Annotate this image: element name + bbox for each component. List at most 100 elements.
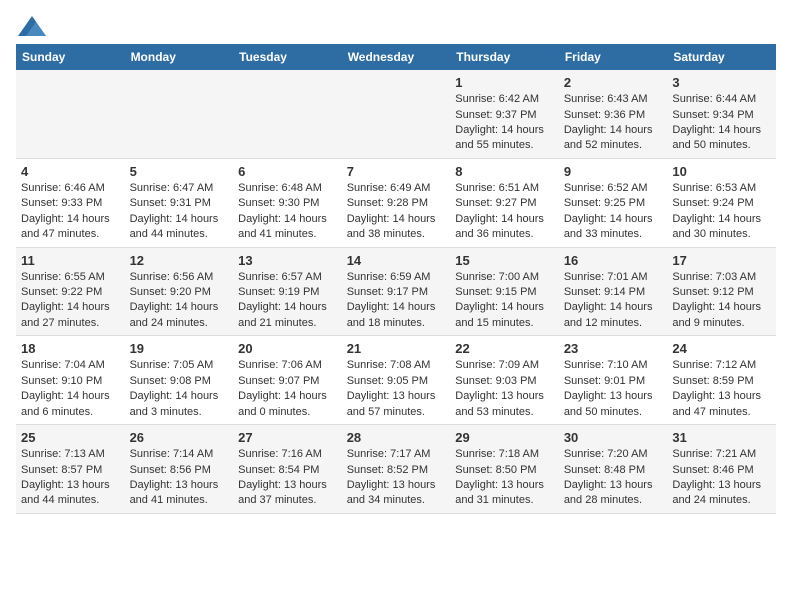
day-info: Sunset: 9:28 PM [347, 196, 446, 211]
day-number: 15 [455, 252, 554, 270]
day-info: Sunset: 9:31 PM [130, 196, 229, 211]
day-cell: 4Sunrise: 6:46 AMSunset: 9:33 PMDaylight… [16, 158, 125, 247]
calendar-table: SundayMondayTuesdayWednesdayThursdayFrid… [16, 44, 776, 514]
day-info: Sunrise: 7:13 AM [21, 447, 120, 462]
day-info: Daylight: 13 hours [238, 478, 337, 493]
day-info: and 52 minutes. [564, 138, 663, 153]
day-info: Daylight: 13 hours [455, 389, 554, 404]
day-cell: 26Sunrise: 7:14 AMSunset: 8:56 PMDayligh… [125, 425, 234, 514]
day-info: Sunrise: 6:53 AM [672, 181, 771, 196]
day-number: 20 [238, 340, 337, 358]
col-header-saturday: Saturday [667, 44, 776, 70]
day-info: and 15 minutes. [455, 316, 554, 331]
day-number: 1 [455, 74, 554, 92]
day-info: Daylight: 14 hours [564, 123, 663, 138]
day-info: and 44 minutes. [21, 493, 120, 508]
day-number: 13 [238, 252, 337, 270]
day-info: Sunrise: 6:47 AM [130, 181, 229, 196]
day-info: Daylight: 14 hours [564, 212, 663, 227]
day-info: Sunrise: 7:05 AM [130, 358, 229, 373]
day-info: Daylight: 14 hours [238, 300, 337, 315]
col-header-wednesday: Wednesday [342, 44, 451, 70]
day-cell: 6Sunrise: 6:48 AMSunset: 9:30 PMDaylight… [233, 158, 342, 247]
day-info: and 24 minutes. [672, 493, 771, 508]
day-cell: 8Sunrise: 6:51 AMSunset: 9:27 PMDaylight… [450, 158, 559, 247]
day-info: Sunrise: 7:06 AM [238, 358, 337, 373]
week-row-5: 25Sunrise: 7:13 AMSunset: 8:57 PMDayligh… [16, 425, 776, 514]
day-info: Daylight: 14 hours [130, 389, 229, 404]
day-number: 21 [347, 340, 446, 358]
col-header-sunday: Sunday [16, 44, 125, 70]
day-info: Sunrise: 6:44 AM [672, 92, 771, 107]
col-header-thursday: Thursday [450, 44, 559, 70]
day-info: and 27 minutes. [21, 316, 120, 331]
day-number: 28 [347, 429, 446, 447]
day-info: and 37 minutes. [238, 493, 337, 508]
day-info: Sunset: 8:57 PM [21, 463, 120, 478]
day-info: Sunrise: 7:04 AM [21, 358, 120, 373]
day-number: 7 [347, 163, 446, 181]
day-number: 31 [672, 429, 771, 447]
day-cell: 25Sunrise: 7:13 AMSunset: 8:57 PMDayligh… [16, 425, 125, 514]
day-info: and 50 minutes. [564, 405, 663, 420]
day-number: 19 [130, 340, 229, 358]
day-cell [342, 70, 451, 158]
day-info: Sunset: 9:12 PM [672, 285, 771, 300]
day-info: Sunrise: 6:43 AM [564, 92, 663, 107]
day-info: Sunset: 9:24 PM [672, 196, 771, 211]
day-info: Daylight: 13 hours [564, 389, 663, 404]
day-info: Sunset: 9:10 PM [21, 374, 120, 389]
day-cell: 29Sunrise: 7:18 AMSunset: 8:50 PMDayligh… [450, 425, 559, 514]
day-info: Daylight: 14 hours [672, 300, 771, 315]
day-info: Daylight: 13 hours [672, 478, 771, 493]
day-info: Sunrise: 7:20 AM [564, 447, 663, 462]
day-info: Daylight: 14 hours [21, 389, 120, 404]
day-info: Daylight: 14 hours [347, 300, 446, 315]
day-cell: 22Sunrise: 7:09 AMSunset: 9:03 PMDayligh… [450, 336, 559, 425]
day-info: Sunrise: 7:08 AM [347, 358, 446, 373]
day-info: Sunrise: 6:49 AM [347, 181, 446, 196]
day-number: 29 [455, 429, 554, 447]
day-info: and 53 minutes. [455, 405, 554, 420]
week-row-3: 11Sunrise: 6:55 AMSunset: 9:22 PMDayligh… [16, 247, 776, 336]
day-info: Sunrise: 7:10 AM [564, 358, 663, 373]
day-info: Daylight: 14 hours [455, 123, 554, 138]
day-info: Sunset: 9:25 PM [564, 196, 663, 211]
day-cell [125, 70, 234, 158]
day-cell: 12Sunrise: 6:56 AMSunset: 9:20 PMDayligh… [125, 247, 234, 336]
day-info: and 9 minutes. [672, 316, 771, 331]
day-info: and 0 minutes. [238, 405, 337, 420]
day-info: Daylight: 14 hours [238, 212, 337, 227]
day-info: Sunset: 8:52 PM [347, 463, 446, 478]
day-info: and 34 minutes. [347, 493, 446, 508]
day-info: Sunset: 8:50 PM [455, 463, 554, 478]
day-info: Daylight: 13 hours [347, 478, 446, 493]
day-info: Daylight: 14 hours [672, 123, 771, 138]
day-info: Daylight: 13 hours [455, 478, 554, 493]
day-info: and 57 minutes. [347, 405, 446, 420]
day-info: Sunset: 9:14 PM [564, 285, 663, 300]
day-number: 23 [564, 340, 663, 358]
day-info: Sunset: 9:37 PM [455, 108, 554, 123]
day-info: Sunrise: 7:12 AM [672, 358, 771, 373]
day-info: Daylight: 14 hours [564, 300, 663, 315]
day-info: and 50 minutes. [672, 138, 771, 153]
day-info: Sunrise: 7:03 AM [672, 270, 771, 285]
day-cell: 23Sunrise: 7:10 AMSunset: 9:01 PMDayligh… [559, 336, 668, 425]
day-info: Sunrise: 6:51 AM [455, 181, 554, 196]
day-info: and 47 minutes. [672, 405, 771, 420]
day-info: Sunrise: 7:01 AM [564, 270, 663, 285]
day-info: Sunrise: 6:59 AM [347, 270, 446, 285]
day-number: 3 [672, 74, 771, 92]
logo-icon [18, 16, 46, 36]
day-cell: 17Sunrise: 7:03 AMSunset: 9:12 PMDayligh… [667, 247, 776, 336]
day-info: and 55 minutes. [455, 138, 554, 153]
day-info: Daylight: 13 hours [347, 389, 446, 404]
day-number: 9 [564, 163, 663, 181]
day-info: Daylight: 14 hours [455, 212, 554, 227]
col-header-tuesday: Tuesday [233, 44, 342, 70]
day-cell: 15Sunrise: 7:00 AMSunset: 9:15 PMDayligh… [450, 247, 559, 336]
day-info: Daylight: 14 hours [238, 389, 337, 404]
day-cell: 9Sunrise: 6:52 AMSunset: 9:25 PMDaylight… [559, 158, 668, 247]
day-info: Sunset: 9:27 PM [455, 196, 554, 211]
